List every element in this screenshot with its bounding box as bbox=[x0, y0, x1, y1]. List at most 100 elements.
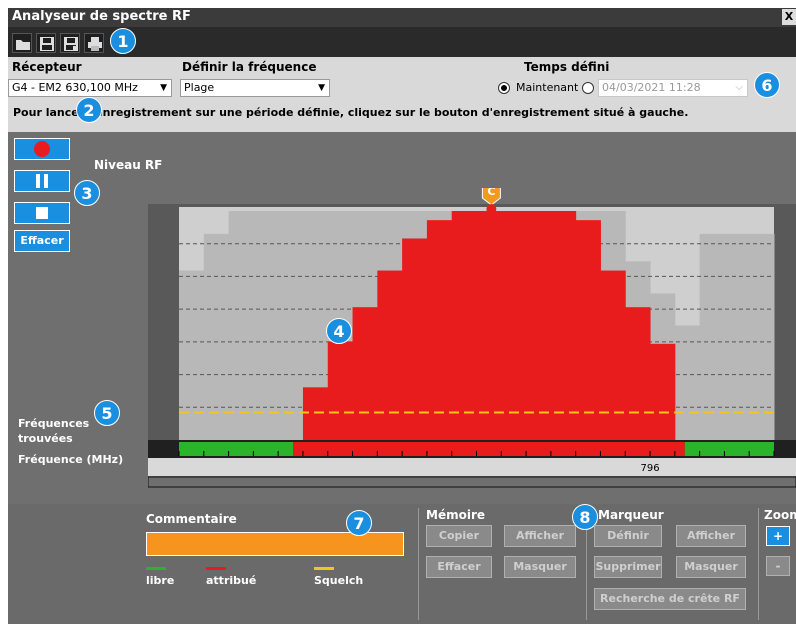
divider bbox=[418, 508, 419, 620]
spectrum-bar bbox=[426, 220, 453, 440]
print-icon bbox=[88, 37, 102, 51]
print-button[interactable] bbox=[84, 33, 104, 53]
badge-2: 2 bbox=[76, 97, 102, 123]
badge-5: 5 bbox=[94, 400, 120, 426]
marker-title: Marqueur bbox=[598, 508, 664, 522]
comment-input[interactable] bbox=[146, 532, 404, 556]
spectrum-bar bbox=[451, 211, 477, 440]
spectrum-bar bbox=[600, 270, 626, 440]
stop-button[interactable] bbox=[14, 202, 70, 224]
marker-define-button[interactable]: Définir bbox=[594, 525, 662, 547]
overview-strip bbox=[148, 476, 796, 488]
zoom-title: Zoom bbox=[764, 508, 796, 522]
badge-3: 3 bbox=[74, 180, 100, 206]
rf-peak-search-button[interactable]: Recherche de crête RF bbox=[594, 588, 746, 610]
frequency-label: Définir la fréquence bbox=[182, 60, 317, 74]
now-radio[interactable] bbox=[498, 82, 510, 94]
marker-delete-button[interactable]: Supprimer bbox=[594, 556, 662, 578]
now-label: Maintenant bbox=[516, 81, 579, 94]
clear-button[interactable]: Effacer bbox=[14, 230, 70, 252]
title-bar: Analyseur de spectre RF X bbox=[8, 8, 796, 27]
instruction-text: Pour lancer l'enregistrement sur une pér… bbox=[13, 106, 689, 119]
frequency-select[interactable]: Plage ▼ bbox=[180, 79, 330, 97]
spectrum-bar bbox=[625, 307, 651, 440]
legend-free: libre bbox=[146, 567, 175, 587]
toolbar: 1 bbox=[8, 27, 796, 57]
envelope-bar bbox=[278, 211, 304, 440]
save-icon bbox=[40, 37, 54, 51]
envelope-bar bbox=[253, 211, 279, 440]
pause-icon bbox=[36, 174, 48, 188]
zoom-in-button[interactable]: + bbox=[766, 526, 790, 546]
rf-level-label: Niveau RF bbox=[94, 158, 163, 172]
open-folder-button[interactable] bbox=[12, 33, 32, 53]
comment-title: Commentaire bbox=[146, 512, 237, 526]
envelope-bar bbox=[749, 233, 775, 440]
chevron-down-icon: ▼ bbox=[160, 83, 167, 93]
memory-title: Mémoire bbox=[426, 508, 485, 522]
marker-hide-button[interactable]: Masquer bbox=[676, 556, 746, 578]
spectrum-bar bbox=[550, 211, 577, 440]
memory-clear-button[interactable]: Effacer bbox=[426, 556, 492, 578]
badge-4: 4 bbox=[326, 318, 352, 344]
options-bar: Récepteur G4 - EM2 630,100 MHz ▼ Définir… bbox=[8, 57, 796, 132]
datetime-field[interactable]: 04/03/2021 11:28 ⌵ bbox=[598, 79, 748, 97]
spectrum-bar bbox=[526, 211, 552, 440]
zoom-out-button[interactable]: - bbox=[766, 556, 790, 576]
record-icon bbox=[34, 141, 50, 157]
badge-7: 7 bbox=[346, 510, 372, 536]
spectrum-bar bbox=[327, 341, 354, 440]
occupancy-free bbox=[684, 442, 774, 456]
save-as-button[interactable] bbox=[60, 33, 80, 53]
occupancy-assigned bbox=[293, 442, 685, 456]
divider bbox=[758, 508, 759, 620]
found-frequencies-text: Fréquences trouvées bbox=[18, 417, 90, 445]
receiver-select[interactable]: G4 - EM2 630,100 MHz ▼ bbox=[8, 79, 172, 97]
memory-hide-button[interactable]: Masquer bbox=[504, 556, 576, 578]
spectrum-bar bbox=[476, 211, 502, 440]
envelope-bar bbox=[203, 233, 230, 440]
spectrum-bar bbox=[402, 238, 428, 440]
badge-6: 6 bbox=[754, 72, 780, 98]
save-button[interactable] bbox=[36, 33, 56, 53]
envelope-bar bbox=[674, 325, 701, 440]
close-button[interactable]: X bbox=[782, 9, 796, 25]
legend-free-swatch bbox=[146, 567, 166, 570]
copy-button[interactable]: Copier bbox=[426, 525, 492, 547]
datetime-value: 04/03/2021 11:28 bbox=[602, 81, 701, 94]
spectrum-chart[interactable]: C 796 bbox=[148, 188, 796, 488]
legend-squelch: Squelch bbox=[314, 567, 364, 587]
marker-label: C bbox=[487, 188, 495, 198]
spectrum-bar bbox=[650, 343, 676, 440]
spectrum-bar bbox=[377, 270, 403, 440]
envelope-bar bbox=[724, 233, 750, 440]
folder-icon bbox=[16, 40, 30, 50]
legend-squelch-swatch bbox=[314, 567, 334, 570]
pause-button[interactable] bbox=[14, 170, 70, 192]
envelope-bar bbox=[179, 270, 205, 440]
memory-show-button[interactable]: Afficher bbox=[504, 525, 576, 547]
envelope-bar bbox=[228, 211, 254, 440]
spectrum-analyzer-window: Analyseur de spectre RF X 1 Récepteur G4… bbox=[8, 8, 796, 624]
legend-free-label: libre bbox=[146, 574, 175, 587]
legend-assigned-swatch bbox=[206, 567, 226, 570]
occupancy-free bbox=[179, 442, 294, 456]
spectrum-bar bbox=[575, 220, 601, 440]
badge-1: 1 bbox=[110, 28, 136, 54]
legend-assigned-label: attribué bbox=[206, 574, 257, 587]
legend-assigned: attribué bbox=[206, 567, 257, 587]
legend-squelch-label: Squelch bbox=[314, 574, 364, 587]
receiver-value: G4 - EM2 630,100 MHz bbox=[12, 81, 138, 94]
record-button[interactable] bbox=[14, 138, 70, 160]
envelope-bar bbox=[699, 233, 725, 440]
chevron-down-icon: ⌵ bbox=[735, 82, 743, 93]
receiver-label: Récepteur bbox=[12, 60, 82, 74]
datetime-radio[interactable] bbox=[582, 82, 594, 94]
marker-show-button[interactable]: Afficher bbox=[676, 525, 746, 547]
time-label: Temps défini bbox=[524, 60, 610, 74]
stop-icon bbox=[36, 207, 48, 219]
spectrum-bar bbox=[302, 387, 329, 440]
spectrum-bar bbox=[501, 211, 527, 440]
frequency-value: Plage bbox=[184, 81, 215, 94]
frequency-mhz-label: Fréquence (MHz) bbox=[18, 453, 124, 466]
